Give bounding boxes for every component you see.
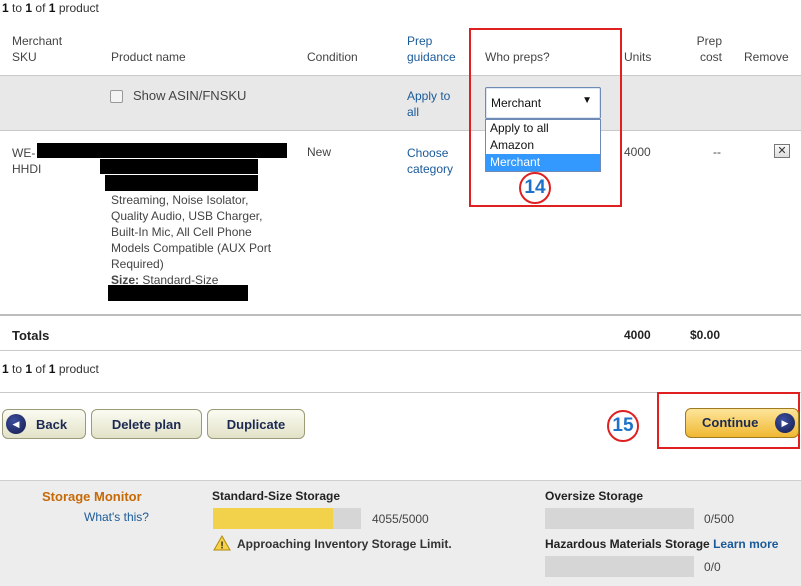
col-prep-guidance[interactable]: Prep guidance bbox=[407, 33, 456, 65]
pager-to: to bbox=[12, 362, 23, 376]
col-remove: Remove bbox=[744, 50, 789, 64]
svg-text:!: ! bbox=[220, 541, 223, 552]
step-14-marker: 14 bbox=[519, 172, 551, 204]
redaction-bar-1 bbox=[37, 143, 287, 158]
delete-plan-button[interactable]: Delete plan bbox=[91, 409, 202, 439]
pager-of: of bbox=[35, 1, 46, 15]
oversize-storage-label: Oversize Storage bbox=[545, 489, 644, 503]
choose-category-line2: category bbox=[407, 162, 454, 176]
back-arrow-icon: ◀ bbox=[6, 414, 26, 434]
pager-start: 1 bbox=[2, 362, 9, 376]
product-row-divider bbox=[0, 314, 801, 316]
oversize-storage-value: 0/500 bbox=[704, 512, 735, 526]
hazmat-storage-label: Hazardous Materials Storage bbox=[545, 537, 710, 551]
apply-to-all-line2: all bbox=[407, 105, 420, 119]
storage-monitor-title: Storage Monitor bbox=[42, 489, 142, 504]
back-button-label: Back bbox=[36, 416, 68, 432]
apply-to-all-link[interactable]: Apply to all bbox=[407, 88, 450, 120]
standard-storage-bar-fill bbox=[213, 508, 334, 529]
show-asin-checkbox[interactable] bbox=[110, 90, 123, 103]
product-desc-line: Required) bbox=[111, 257, 164, 271]
hazmat-storage-heading: Hazardous Materials Storage Learn more bbox=[545, 537, 778, 551]
col-prep-cost-line2: cost bbox=[699, 50, 722, 64]
duplicate-label: Duplicate bbox=[226, 416, 286, 432]
col-prep-guidance-line1: Prep bbox=[407, 34, 433, 48]
redaction-bar-3 bbox=[105, 175, 258, 191]
product-description: Streaming, Noise Isolator, Quality Audio… bbox=[111, 192, 271, 288]
pager-to: to bbox=[12, 1, 23, 15]
totals-label: Totals bbox=[12, 328, 50, 343]
col-merchant-sku-line1: Merchant bbox=[12, 34, 63, 48]
whats-this-link[interactable]: What's this? bbox=[84, 510, 149, 524]
totals-divider bbox=[0, 350, 801, 351]
product-sku-line2: HHDI bbox=[12, 162, 42, 176]
learn-more-link[interactable]: Learn more bbox=[713, 537, 778, 551]
choose-category-link[interactable]: Choose category bbox=[407, 145, 453, 177]
apply-to-all-line1: Apply to bbox=[407, 89, 451, 103]
col-merchant-sku: Merchant SKU bbox=[12, 33, 62, 65]
hazmat-storage-value: 0/0 bbox=[704, 560, 721, 574]
pager-end: 1 bbox=[25, 362, 33, 376]
continue-button[interactable]: Continue ▶ bbox=[685, 408, 799, 438]
product-condition: New bbox=[307, 145, 332, 159]
redaction-bar-4 bbox=[108, 285, 248, 301]
product-desc-line: Streaming, Noise Isolator, bbox=[111, 193, 249, 207]
col-units: Units bbox=[624, 50, 652, 64]
bulk-action-row bbox=[0, 76, 801, 130]
step-15-marker: 15 bbox=[607, 410, 639, 442]
product-prep-cost: -- bbox=[713, 145, 721, 159]
col-condition: Condition bbox=[307, 50, 358, 64]
duplicate-button[interactable]: Duplicate bbox=[207, 409, 305, 439]
warning-icon: ! bbox=[213, 534, 231, 554]
col-prep-guidance-line2: guidance bbox=[407, 50, 456, 64]
standard-storage-value: 4055/5000 bbox=[372, 512, 429, 526]
bulk-row-divider bbox=[0, 130, 801, 131]
storage-warning: Approaching Inventory Storage Limit. bbox=[237, 537, 452, 551]
pager-start: 1 bbox=[2, 1, 9, 15]
pager-bottom: 1 to 1 of 1 product bbox=[2, 362, 99, 376]
oversize-storage-bar bbox=[545, 508, 694, 529]
totals-units: 4000 bbox=[624, 328, 651, 342]
col-product-name: Product name bbox=[111, 50, 186, 64]
col-prep-cost-line1: Prep bbox=[696, 34, 722, 48]
product-desc-line: Models Compatible (AUX Port bbox=[111, 241, 272, 255]
col-merchant-sku-line2: SKU bbox=[12, 50, 37, 64]
standard-storage-label: Standard-Size Storage bbox=[212, 489, 341, 503]
pager-top: 1 to 1 of 1 product bbox=[2, 1, 99, 15]
standard-storage-bar bbox=[213, 508, 361, 529]
product-units: 4000 bbox=[624, 145, 651, 159]
back-button[interactable]: ◀ Back bbox=[2, 409, 86, 439]
pager-word: product bbox=[58, 362, 99, 376]
product-desc-line: Quality Audio, USB Charger, bbox=[111, 209, 263, 223]
redaction-bar-2 bbox=[100, 159, 258, 174]
continue-label: Continue bbox=[702, 415, 759, 430]
forward-arrow-icon: ▶ bbox=[775, 413, 795, 433]
pager-total: 1 bbox=[48, 1, 56, 15]
hazmat-storage-bar bbox=[545, 556, 694, 577]
pager-total: 1 bbox=[48, 362, 56, 376]
show-asin-label: Show ASIN/FNSKU bbox=[133, 88, 247, 103]
pager-end: 1 bbox=[25, 1, 33, 15]
product-desc-line: Built-In Mic, All Cell Phone bbox=[111, 225, 252, 239]
choose-category-line1: Choose bbox=[407, 146, 449, 160]
pager-of: of bbox=[35, 362, 46, 376]
pager-word: product bbox=[58, 1, 99, 15]
remove-item-icon[interactable]: ✕ bbox=[774, 144, 790, 158]
totals-cost: $0.00 bbox=[690, 328, 721, 342]
delete-plan-label: Delete plan bbox=[111, 416, 182, 432]
col-prep-cost: Prep cost bbox=[694, 33, 722, 65]
